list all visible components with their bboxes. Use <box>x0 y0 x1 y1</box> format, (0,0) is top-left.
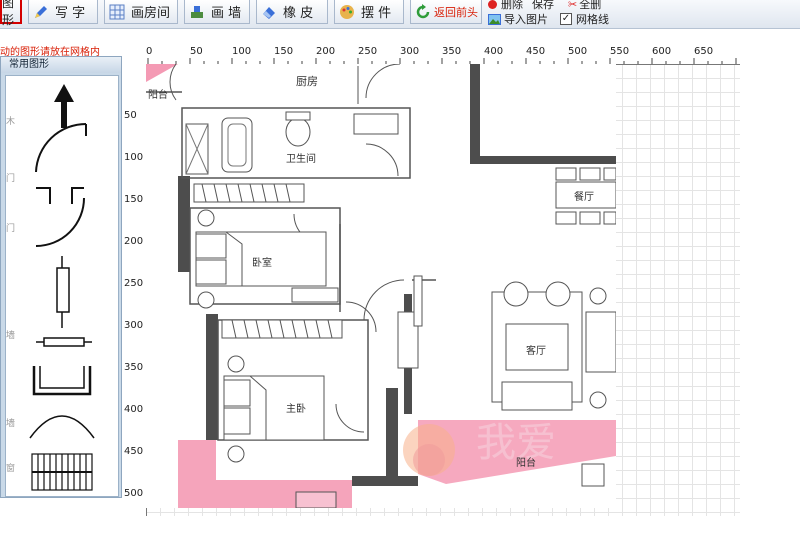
room-label-bedroom: 卧室 <box>252 256 272 269</box>
room-label-master: 主卧 <box>286 402 306 415</box>
draw-wall-button[interactable]: 画 墙 <box>184 0 250 24</box>
gridline-label: 网格线 <box>576 13 609 26</box>
wall <box>206 314 218 440</box>
ruler-top-tick: 0 <box>146 46 153 57</box>
ruler-left-tick: 250 <box>124 278 144 289</box>
balcony-cabinet <box>295 491 337 508</box>
ruler-left-tick: 400 <box>124 404 144 415</box>
shape-palette-panel[interactable]: 常用图形 木 门 门 墙 墙 窗 <box>0 56 122 498</box>
room-label-balcony-bottom: 阳台 <box>516 456 536 469</box>
ruler-left-tick: 200 <box>124 236 144 247</box>
wall <box>178 176 190 272</box>
draw-shape-button[interactable]: 图形 <box>0 0 22 27</box>
stairs-shape[interactable] <box>31 453 93 491</box>
room-label-living: 客厅 <box>526 344 546 357</box>
import-image-label: 导入图片 <box>504 13 548 26</box>
washer <box>581 463 605 487</box>
toilet <box>285 117 311 147</box>
write-text-label: 写 字 <box>55 6 86 21</box>
ruler-top-tick: 350 <box>442 46 462 57</box>
wall <box>470 156 616 164</box>
draw-room-button[interactable]: 画房间 <box>104 0 178 24</box>
arc-shape[interactable] <box>29 415 95 439</box>
palette-body: 木 门 门 墙 墙 窗 <box>5 75 119 497</box>
sink <box>353 113 399 135</box>
ruler-top-tick: 600 <box>652 46 672 57</box>
draw-room-label: 画房间 <box>131 6 171 21</box>
image-icon <box>488 13 501 25</box>
refresh-icon <box>416 3 430 18</box>
sofa <box>501 381 573 411</box>
window-horizontal-shape[interactable] <box>36 337 92 347</box>
write-text-button[interactable]: 写 字 <box>28 0 98 24</box>
furniture-button[interactable]: 摆 件 <box>334 0 404 24</box>
import-image-item[interactable]: 导入图片 <box>488 11 548 27</box>
wall <box>470 64 480 164</box>
door-double-shape[interactable] <box>35 187 85 247</box>
ruler-top: 0 50 100 150 200 250 300 350 400 450 500… <box>146 46 740 65</box>
ruler-top-tick: 250 <box>358 46 378 57</box>
ruler-left: 50 100 150 200 250 300 350 400 450 500 <box>124 64 147 516</box>
gridline-checkbox[interactable]: ✓ <box>560 13 572 25</box>
desk <box>291 287 339 303</box>
wall-niche-shape[interactable] <box>32 366 92 396</box>
grid-room-icon <box>109 4 125 19</box>
pencil-icon <box>35 5 47 18</box>
gridline-toggle[interactable]: ✓ 网格线 <box>560 11 609 27</box>
window-vertical-shape[interactable] <box>56 256 70 328</box>
main-toolbar: 图形 写 字 画房间 画 墙 橡 皮 摆 件 返回前头 删除 保存 ✂ 全删 导… <box>0 0 800 29</box>
wall <box>352 476 418 486</box>
eraser-icon <box>263 6 275 19</box>
ruler-top-tick: 200 <box>316 46 336 57</box>
ruler-top-tick: 500 <box>568 46 588 57</box>
ruler-top-tick: 100 <box>232 46 252 57</box>
palette-icon <box>340 4 354 19</box>
palette-title: 常用图形 <box>1 57 121 73</box>
floor-plan-image[interactable]: 我爱 厨房 阳台 卫生间 餐厅 卧室 客厅 主卧 阳台 <box>146 64 616 508</box>
ruler-left-tick: 150 <box>124 194 144 205</box>
room-label-balcony-top: 阳台 <box>148 88 168 101</box>
back-button[interactable]: 返回前头 <box>410 0 482 24</box>
ruler-top-tick: 150 <box>274 46 294 57</box>
side-sofa <box>585 311 616 373</box>
draw-shape-label: 图形 <box>2 0 15 27</box>
room-label-dining: 餐厅 <box>574 190 594 203</box>
ruler-top-tick: 550 <box>610 46 630 57</box>
eraser-button[interactable]: 橡 皮 <box>256 0 328 24</box>
delete-icon <box>488 0 497 9</box>
ruler-left-tick: 500 <box>124 488 144 499</box>
draw-wall-label: 画 墙 <box>211 6 242 21</box>
eraser-label: 橡 皮 <box>283 6 314 21</box>
ruler-top-tick: 650 <box>694 46 714 57</box>
ruler-top-tick: 300 <box>400 46 420 57</box>
ruler-top-tick: 450 <box>526 46 546 57</box>
furniture-label: 摆 件 <box>361 6 392 21</box>
room-label-bathroom: 卫生间 <box>286 152 316 165</box>
ruler-left-tick: 50 <box>124 110 137 121</box>
palette-shapes <box>29 84 95 491</box>
ruler-top-tick: 400 <box>484 46 504 57</box>
wall-icon <box>191 5 203 18</box>
ruler-top-tick: 50 <box>190 46 203 57</box>
bathtub <box>221 117 253 173</box>
back-label: 返回前头 <box>434 5 478 19</box>
scissors-icon: ✂ <box>568 0 578 11</box>
door-single-shape[interactable] <box>35 122 87 173</box>
wall <box>386 388 398 484</box>
arrow-shape[interactable] <box>54 84 74 128</box>
ruler-left-tick: 450 <box>124 446 144 457</box>
room-label-kitchen: 厨房 <box>296 75 318 88</box>
ruler-left-tick: 300 <box>124 320 144 331</box>
ruler-left-tick: 100 <box>124 152 144 163</box>
ruler-left-tick: 350 <box>124 362 144 373</box>
